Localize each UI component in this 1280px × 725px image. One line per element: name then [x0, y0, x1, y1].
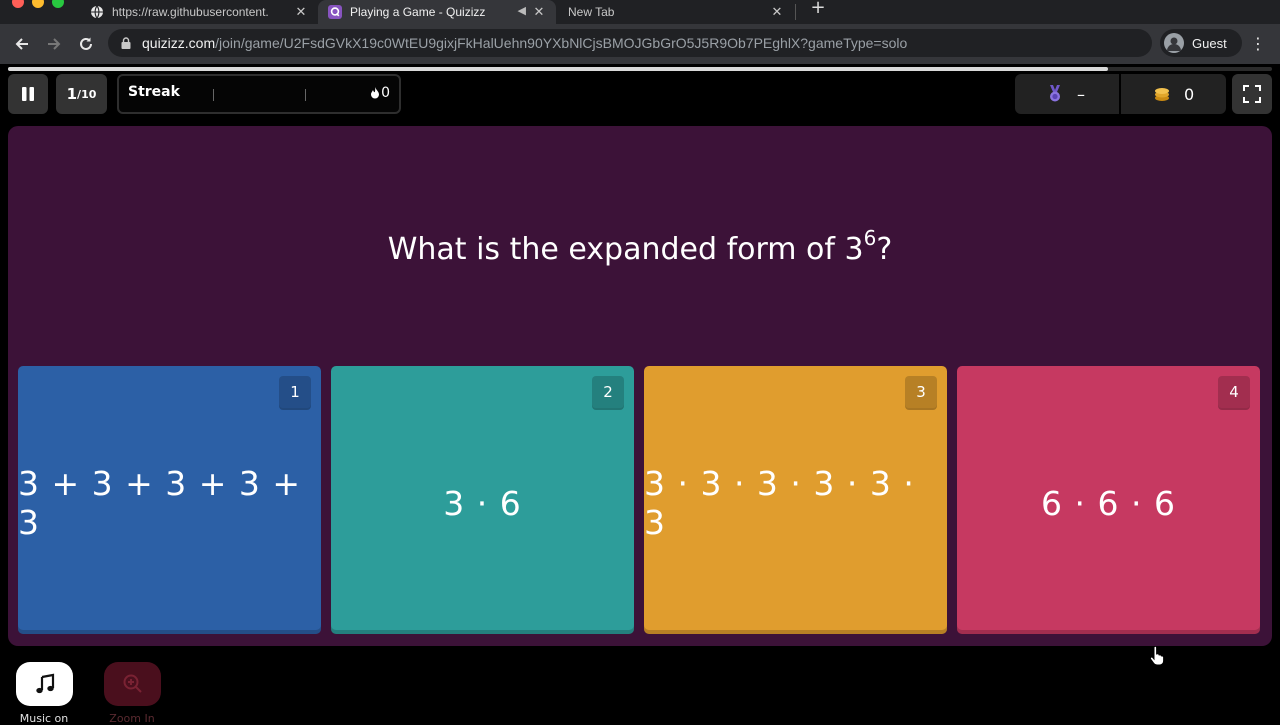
fullscreen-icon: [1243, 85, 1261, 103]
answer-option-2[interactable]: 2 3 · 6: [331, 366, 634, 634]
answer-option-1[interactable]: 1 3 + 3 + 3 + 3 + 3: [18, 366, 321, 634]
pause-button[interactable]: [8, 74, 48, 114]
streak-count: 0: [370, 85, 390, 101]
zoom-in-button[interactable]: [104, 662, 161, 706]
medal-icon: [1050, 85, 1060, 102]
url-host: quizizz.com: [142, 35, 216, 51]
question-main-text: What is the expanded form of 3: [387, 232, 864, 267]
kebab-icon[interactable]: ⋮: [1250, 32, 1266, 56]
tab-title: New Tab: [568, 5, 615, 19]
browser-tab-strip: https://raw.githubusercontent. ✕ Playing…: [0, 0, 1280, 24]
music-toggle-button[interactable]: [16, 662, 73, 706]
close-icon[interactable]: ✕: [294, 4, 308, 20]
stat-divider: [1119, 74, 1121, 114]
question-index: 1: [66, 85, 78, 103]
window-close-control[interactable]: [12, 0, 24, 8]
streak-label: Streak: [128, 84, 180, 100]
medal-value: –: [1077, 84, 1085, 104]
option-number: 2: [592, 376, 624, 408]
coins-value: 0: [1184, 84, 1195, 104]
answer-option-4[interactable]: 4 6 · 6 · 6: [957, 366, 1260, 634]
option-number: 3: [905, 376, 937, 408]
tab-quizizz[interactable]: Playing a Game - Quizizz ◀︎ ✕: [318, 0, 556, 24]
quiz-progress-fill: [8, 67, 1108, 71]
tab-title: https://raw.githubusercontent.: [112, 5, 269, 19]
close-icon[interactable]: ✕: [770, 4, 784, 20]
forward-icon[interactable]: [42, 32, 66, 56]
option-number: 1: [279, 376, 311, 408]
question-total: /10: [77, 87, 97, 101]
window-minimize-control[interactable]: [32, 0, 44, 8]
url-path: /join/game/U2FsdGVkX19c0WtEU9gixjFkHalUe…: [215, 35, 908, 51]
answer-option-3[interactable]: 3 3 · 3 · 3 · 3 · 3 · 3: [644, 366, 947, 634]
question-counter: 1/10: [56, 74, 107, 114]
score-panel: – 0: [1015, 74, 1226, 114]
zoom-in-icon: [123, 674, 142, 693]
option-text: 3 · 3 · 3 · 3 · 3 · 3: [644, 464, 915, 542]
globe-icon: [90, 5, 104, 19]
streak-tick: [213, 89, 214, 101]
coins-stat: 0: [1154, 74, 1194, 114]
flame-icon: [371, 87, 380, 99]
lock-icon[interactable]: [114, 37, 138, 49]
question-exponent: 6: [863, 226, 877, 250]
tab-title: Playing a Game - Quizizz: [350, 5, 486, 19]
address-bar[interactable]: quizizz.com /join/game/U2FsdGVkX19c0WtEU…: [108, 29, 1152, 57]
quiz-progress-bar: [8, 67, 1272, 71]
music-label: Music on: [19, 712, 69, 725]
hand-cursor-icon: [1150, 646, 1164, 666]
question-end-text: ?: [876, 232, 893, 267]
streak-meter: Streak 0: [117, 74, 401, 114]
quiz-game: 1/10 Streak 0 – 0 What is the expanded f…: [0, 64, 1280, 725]
option-text: 6 · 6 · 6: [1041, 483, 1176, 523]
speaker-mute-icon[interactable]: ◀︎: [518, 4, 526, 17]
coins-icon: [1155, 88, 1169, 101]
tab-divider: [795, 4, 796, 20]
option-number: 4: [1218, 376, 1250, 408]
medal-stat: –: [1047, 74, 1085, 114]
back-icon[interactable]: [10, 32, 34, 56]
option-text: 3 · 6: [443, 483, 522, 523]
profile-button[interactable]: Guest: [1160, 29, 1242, 57]
close-icon[interactable]: ✕: [532, 4, 546, 20]
tab-github-raw[interactable]: https://raw.githubusercontent. ✕: [80, 0, 318, 24]
option-text: 3 + 3 + 3 + 3 + 3: [18, 464, 302, 542]
music-icon: [35, 673, 54, 694]
profile-label: Guest: [1192, 35, 1227, 51]
new-tab-button[interactable]: +: [808, 0, 828, 20]
streak-tick: [305, 89, 306, 101]
fullscreen-button[interactable]: [1232, 74, 1272, 114]
browser-toolbar: quizizz.com /join/game/U2FsdGVkX19c0WtEU…: [0, 24, 1280, 64]
question-text: What is the expanded form of 36?: [8, 226, 1272, 267]
zoom-label: Zoom In: [109, 712, 155, 725]
quizizz-icon: [328, 5, 342, 19]
pause-icon: [22, 87, 34, 101]
streak-value: 0: [381, 85, 390, 101]
reload-icon[interactable]: [74, 32, 98, 56]
window-zoom-control[interactable]: [52, 0, 64, 8]
avatar-icon: [1164, 33, 1184, 53]
tab-new-tab[interactable]: New Tab ✕: [556, 0, 794, 24]
